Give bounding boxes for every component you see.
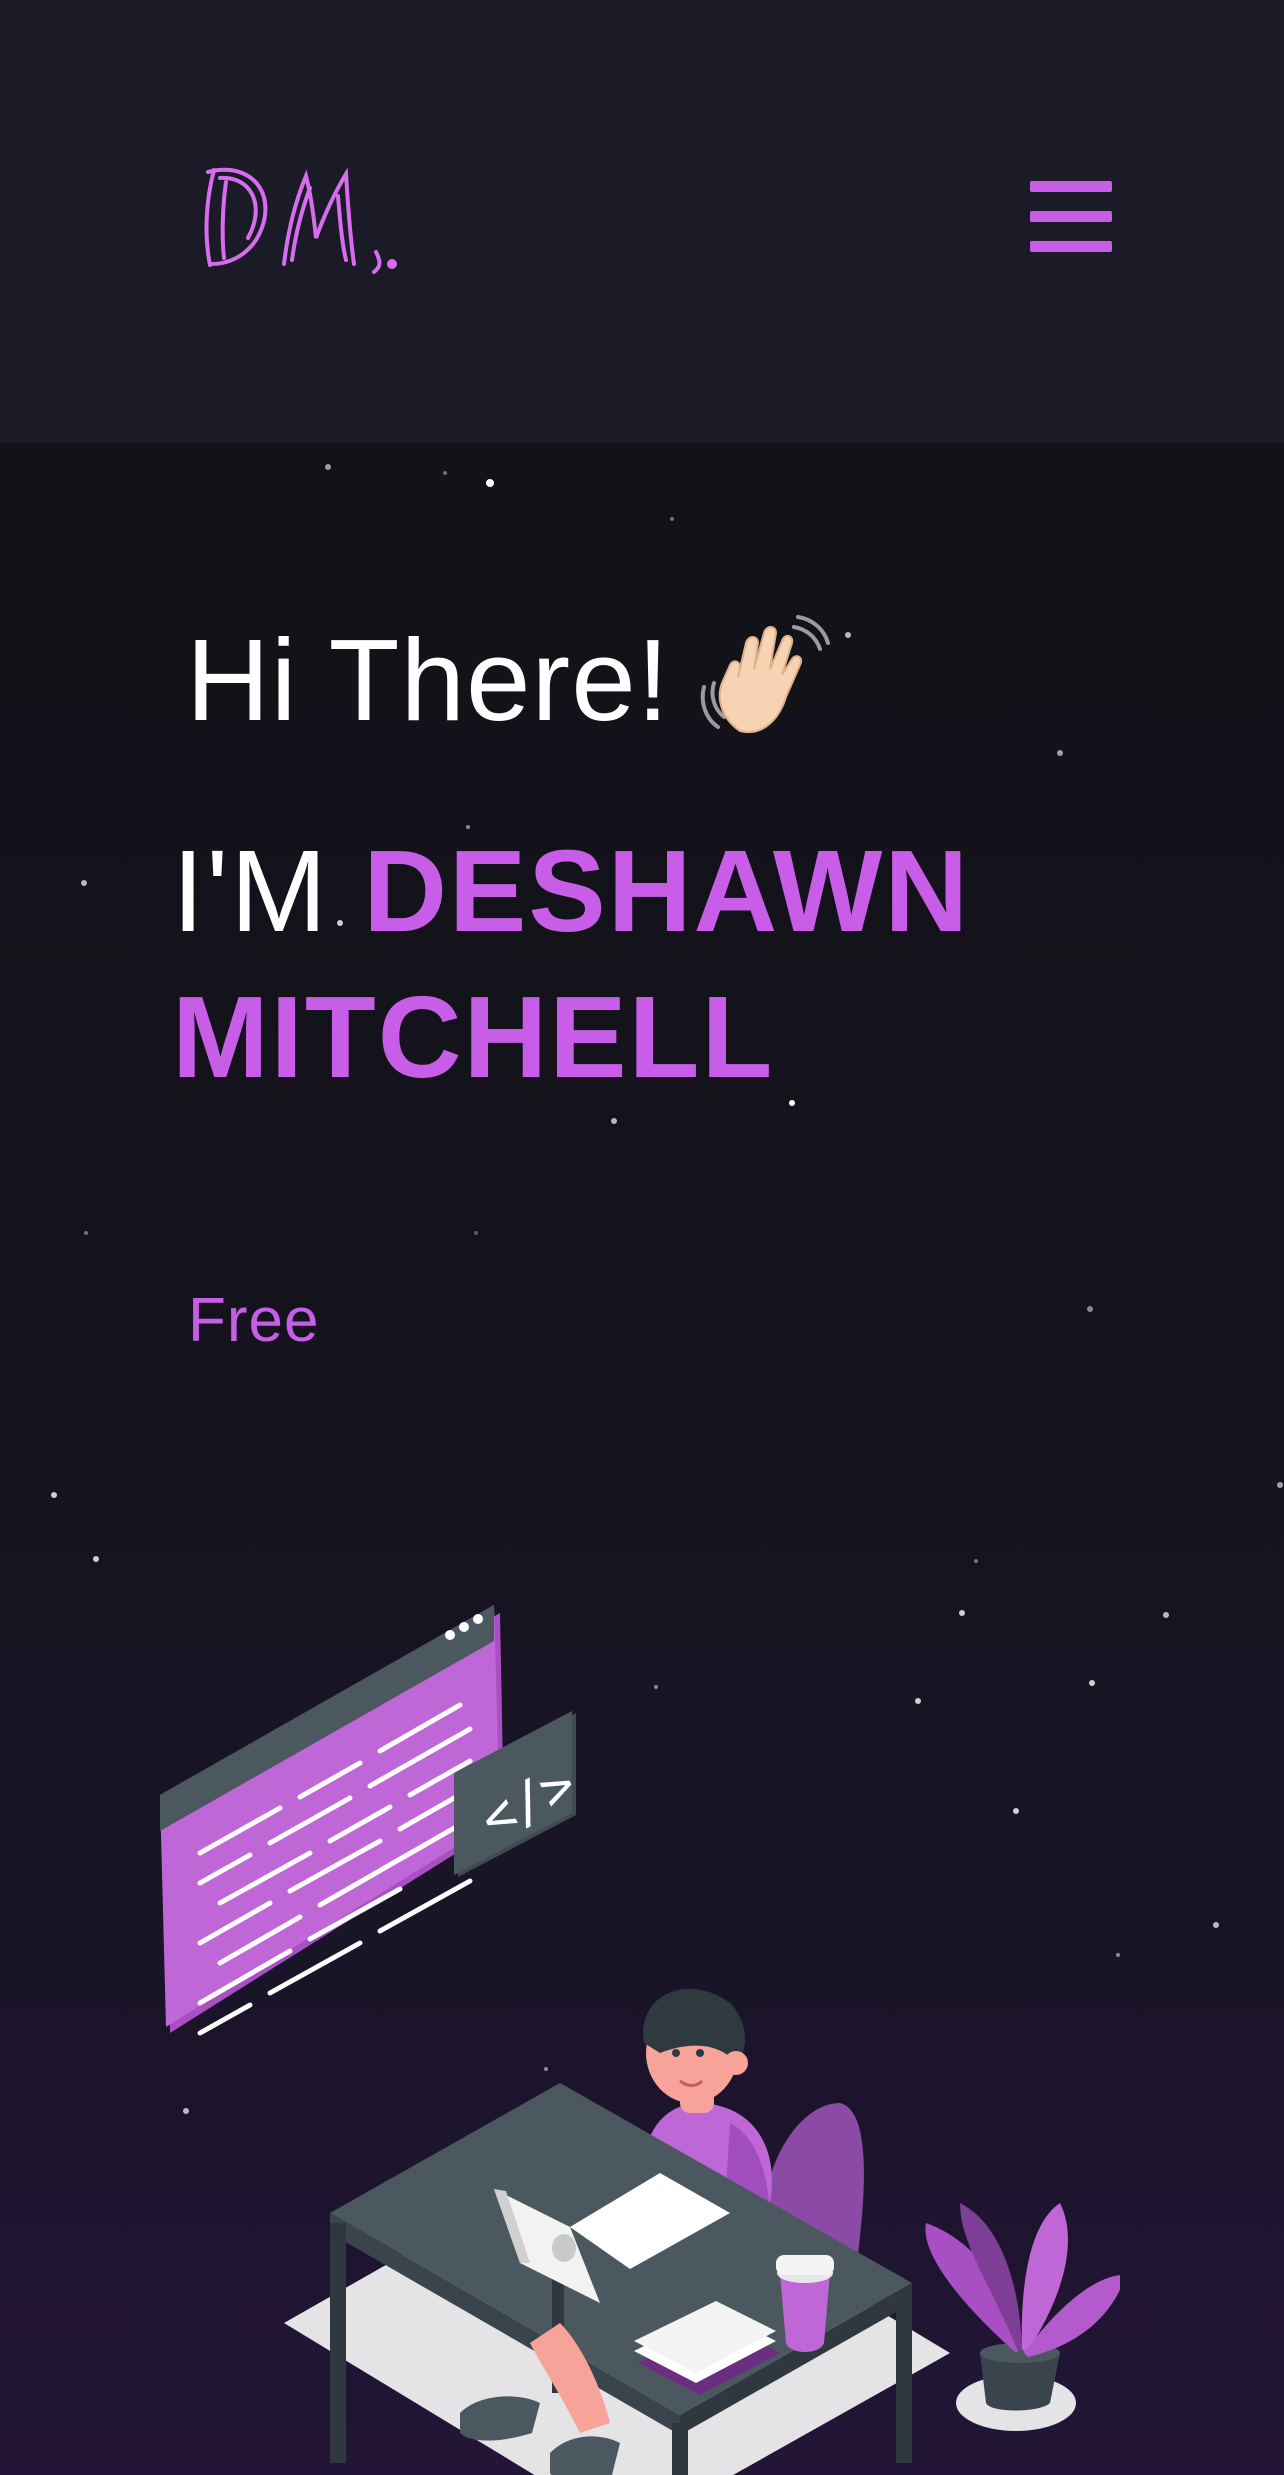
code-window-graphic [160, 1605, 504, 2036]
navbar [0, 0, 1284, 444]
plant-graphic [925, 2203, 1120, 2411]
intro-prefix: I'M [172, 826, 330, 956]
hero-section: Hi There! I'M DESHAWN MITCHELL Free </> [0, 443, 1284, 2475]
logo[interactable] [196, 160, 406, 280]
menu-bar [1030, 211, 1112, 222]
developer-at-desk-illustration: </> [160, 1605, 1120, 2475]
menu-bar [1030, 181, 1112, 192]
menu-button[interactable] [1030, 181, 1112, 253]
intro-heading: I'M DESHAWN MITCHELL [172, 818, 1252, 1110]
waving-hand-icon [700, 615, 830, 734]
role-typewriter-text: Free [188, 1286, 320, 1355]
menu-bar [1030, 241, 1112, 252]
greeting-text: Hi There! [186, 615, 670, 745]
logo-icon [204, 167, 397, 274]
